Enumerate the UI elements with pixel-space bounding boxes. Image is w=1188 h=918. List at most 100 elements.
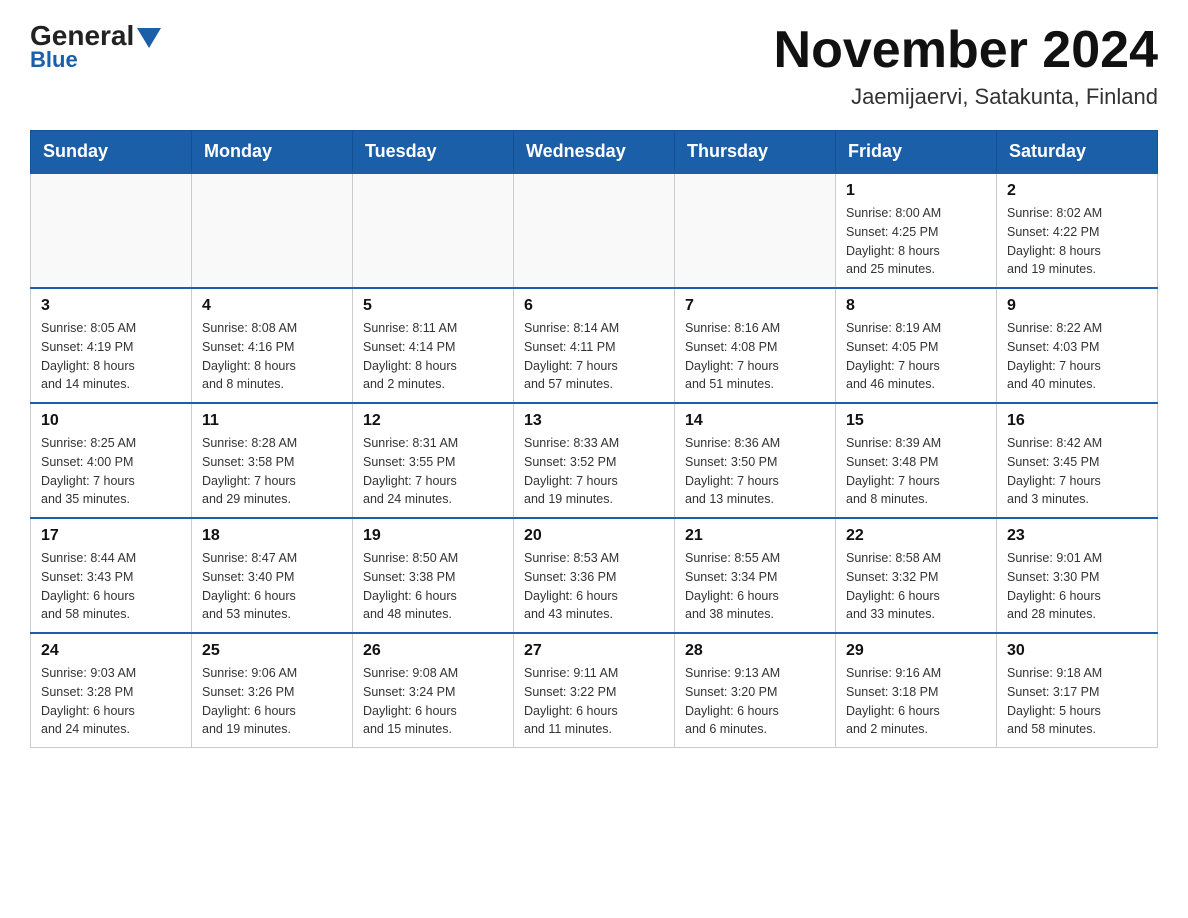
calendar-cell: 24 Sunrise: 9:03 AMSunset: 3:28 PMDayligh…: [31, 633, 192, 748]
calendar-cell: 25 Sunrise: 9:06 AMSunset: 3:26 PMDayligh…: [192, 633, 353, 748]
logo-blue: Blue: [30, 47, 78, 73]
calendar-cell: 9 Sunrise: 8:22 AMSunset: 4:03 PMDaylight…: [997, 288, 1158, 403]
day-number: 14: [685, 412, 825, 430]
week-row-1: 1 Sunrise: 8:00 AMSunset: 4:25 PMDaylight…: [31, 173, 1158, 288]
day-number: 5: [363, 297, 503, 315]
day-number: 2: [1007, 182, 1147, 200]
day-info: Sunrise: 8:16 AMSunset: 4:08 PMDaylight:…: [685, 319, 825, 394]
day-info: Sunrise: 8:47 AMSunset: 3:40 PMDaylight:…: [202, 549, 342, 624]
calendar-cell: 2 Sunrise: 8:02 AMSunset: 4:22 PMDaylight…: [997, 173, 1158, 288]
week-row-2: 3 Sunrise: 8:05 AMSunset: 4:19 PMDaylight…: [31, 288, 1158, 403]
day-number: 22: [846, 527, 986, 545]
day-info: Sunrise: 8:33 AMSunset: 3:52 PMDaylight:…: [524, 434, 664, 509]
calendar-cell: [192, 173, 353, 288]
calendar-cell: 11Sunrise: 8:28 AMSunset: 3:58 PMDayligh…: [192, 403, 353, 518]
day-number: 3: [41, 297, 181, 315]
day-info: Sunrise: 8:25 AMSunset: 4:00 PMDaylight:…: [41, 434, 181, 509]
day-info: Sunrise: 8:19 AMSunset: 4:05 PMDaylight:…: [846, 319, 986, 394]
day-info: Sunrise: 9:13 AMSunset: 3:20 PMDaylight:…: [685, 664, 825, 739]
day-number: 8: [846, 297, 986, 315]
day-info: Sunrise: 8:36 AMSunset: 3:50 PMDaylight:…: [685, 434, 825, 509]
calendar-cell: 18 Sunrise: 8:47 AMSunset: 3:40 PMDayligh…: [192, 518, 353, 633]
calendar-cell: 17 Sunrise: 8:44 AMSunset: 3:43 PMDayligh…: [31, 518, 192, 633]
calendar-cell: 12Sunrise: 8:31 AMSunset: 3:55 PMDayligh…: [353, 403, 514, 518]
day-number: 9: [1007, 297, 1147, 315]
calendar-cell: [675, 173, 836, 288]
day-info: Sunrise: 8:14 AMSunset: 4:11 PMDaylight:…: [524, 319, 664, 394]
calendar-cell: 27 Sunrise: 9:11 AMSunset: 3:22 PMDayligh…: [514, 633, 675, 748]
weekday-header-sunday: Sunday: [31, 131, 192, 174]
calendar-cell: 8 Sunrise: 8:19 AMSunset: 4:05 PMDaylight…: [836, 288, 997, 403]
calendar-cell: 21Sunrise: 8:55 AMSunset: 3:34 PMDayligh…: [675, 518, 836, 633]
calendar-cell: 13 Sunrise: 8:33 AMSunset: 3:52 PMDayligh…: [514, 403, 675, 518]
day-info: Sunrise: 8:28 AMSunset: 3:58 PMDaylight:…: [202, 434, 342, 509]
day-number: 17: [41, 527, 181, 545]
day-number: 1: [846, 182, 986, 200]
calendar-cell: 7 Sunrise: 8:16 AMSunset: 4:08 PMDaylight…: [675, 288, 836, 403]
day-number: 15: [846, 412, 986, 430]
weekday-header-tuesday: Tuesday: [353, 131, 514, 174]
week-row-4: 17 Sunrise: 8:44 AMSunset: 3:43 PMDayligh…: [31, 518, 1158, 633]
day-info: Sunrise: 9:08 AMSunset: 3:24 PMDaylight:…: [363, 664, 503, 739]
day-info: Sunrise: 9:18 AMSunset: 3:17 PMDaylight:…: [1007, 664, 1147, 739]
day-info: Sunrise: 8:53 AMSunset: 3:36 PMDaylight:…: [524, 549, 664, 624]
day-info: Sunrise: 8:02 AMSunset: 4:22 PMDaylight:…: [1007, 204, 1147, 279]
day-number: 6: [524, 297, 664, 315]
day-number: 28: [685, 642, 825, 660]
day-number: 27: [524, 642, 664, 660]
day-info: Sunrise: 8:05 AMSunset: 4:19 PMDaylight:…: [41, 319, 181, 394]
calendar-cell: 23Sunrise: 9:01 AMSunset: 3:30 PMDayligh…: [997, 518, 1158, 633]
week-row-5: 24 Sunrise: 9:03 AMSunset: 3:28 PMDayligh…: [31, 633, 1158, 748]
day-info: Sunrise: 9:03 AMSunset: 3:28 PMDaylight:…: [41, 664, 181, 739]
calendar-cell: 5 Sunrise: 8:11 AMSunset: 4:14 PMDaylight…: [353, 288, 514, 403]
week-row-3: 10 Sunrise: 8:25 AMSunset: 4:00 PMDayligh…: [31, 403, 1158, 518]
calendar-cell: 15Sunrise: 8:39 AMSunset: 3:48 PMDayligh…: [836, 403, 997, 518]
calendar-cell: 28 Sunrise: 9:13 AMSunset: 3:20 PMDayligh…: [675, 633, 836, 748]
weekday-header-thursday: Thursday: [675, 131, 836, 174]
day-number: 19: [363, 527, 503, 545]
day-info: Sunrise: 8:44 AMSunset: 3:43 PMDaylight:…: [41, 549, 181, 624]
day-info: Sunrise: 9:01 AMSunset: 3:30 PMDaylight:…: [1007, 549, 1147, 624]
calendar-cell: 20 Sunrise: 8:53 AMSunset: 3:36 PMDayligh…: [514, 518, 675, 633]
day-number: 10: [41, 412, 181, 430]
calendar-cell: [353, 173, 514, 288]
day-number: 4: [202, 297, 342, 315]
day-number: 20: [524, 527, 664, 545]
calendar-cell: [31, 173, 192, 288]
day-number: 21: [685, 527, 825, 545]
location-title: Jaemijaervi, Satakunta, Finland: [774, 84, 1158, 110]
day-info: Sunrise: 9:06 AMSunset: 3:26 PMDaylight:…: [202, 664, 342, 739]
day-number: 16: [1007, 412, 1147, 430]
calendar-cell: 16Sunrise: 8:42 AMSunset: 3:45 PMDayligh…: [997, 403, 1158, 518]
logo: General Blue: [30, 20, 161, 73]
title-block: November 2024 Jaemijaervi, Satakunta, Fi…: [774, 20, 1158, 110]
calendar-cell: 22Sunrise: 8:58 AMSunset: 3:32 PMDayligh…: [836, 518, 997, 633]
month-title: November 2024: [774, 20, 1158, 80]
calendar-cell: 6 Sunrise: 8:14 AMSunset: 4:11 PMDaylight…: [514, 288, 675, 403]
day-number: 30: [1007, 642, 1147, 660]
day-number: 24: [41, 642, 181, 660]
weekday-header-wednesday: Wednesday: [514, 131, 675, 174]
day-number: 25: [202, 642, 342, 660]
day-number: 13: [524, 412, 664, 430]
calendar-cell: 4Sunrise: 8:08 AMSunset: 4:16 PMDaylight…: [192, 288, 353, 403]
logo-triangle-icon: [137, 28, 161, 48]
calendar-cell: 19Sunrise: 8:50 AMSunset: 3:38 PMDayligh…: [353, 518, 514, 633]
day-number: 18: [202, 527, 342, 545]
calendar-cell: 3 Sunrise: 8:05 AMSunset: 4:19 PMDaylight…: [31, 288, 192, 403]
calendar-cell: 14 Sunrise: 8:36 AMSunset: 3:50 PMDayligh…: [675, 403, 836, 518]
calendar-cell: 10 Sunrise: 8:25 AMSunset: 4:00 PMDayligh…: [31, 403, 192, 518]
weekday-header-saturday: Saturday: [997, 131, 1158, 174]
day-info: Sunrise: 9:16 AMSunset: 3:18 PMDaylight:…: [846, 664, 986, 739]
day-number: 7: [685, 297, 825, 315]
day-info: Sunrise: 8:11 AMSunset: 4:14 PMDaylight:…: [363, 319, 503, 394]
day-info: Sunrise: 8:00 AMSunset: 4:25 PMDaylight:…: [846, 204, 986, 279]
calendar-header-row: SundayMondayTuesdayWednesdayThursdayFrid…: [31, 131, 1158, 174]
calendar-cell: [514, 173, 675, 288]
day-info: Sunrise: 8:31 AMSunset: 3:55 PMDaylight:…: [363, 434, 503, 509]
day-number: 29: [846, 642, 986, 660]
weekday-header-friday: Friday: [836, 131, 997, 174]
day-info: Sunrise: 8:22 AMSunset: 4:03 PMDaylight:…: [1007, 319, 1147, 394]
calendar-cell: 1 Sunrise: 8:00 AMSunset: 4:25 PMDaylight…: [836, 173, 997, 288]
day-info: Sunrise: 9:11 AMSunset: 3:22 PMDaylight:…: [524, 664, 664, 739]
